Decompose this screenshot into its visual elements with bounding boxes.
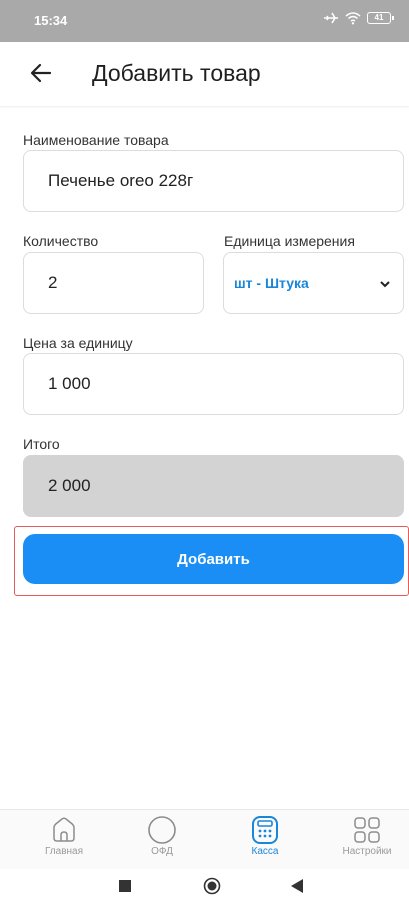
price-value: 1 000 xyxy=(48,374,91,393)
nav-label-home: Главная xyxy=(44,846,84,857)
product-name-input[interactable]: Печенье oreo 228г xyxy=(23,150,404,212)
recents-icon[interactable] xyxy=(119,880,131,892)
product-name-value: Печенье oreo 228г xyxy=(48,171,194,190)
status-bar: 15:34 41 xyxy=(0,0,409,42)
back-triangle-icon[interactable] xyxy=(291,879,303,893)
unit-label: Единица измерения xyxy=(224,233,355,249)
back-arrow-icon[interactable] xyxy=(26,58,56,88)
page-title: Добавить товар xyxy=(92,60,261,86)
system-nav-bar xyxy=(0,869,409,903)
home-icon xyxy=(53,817,75,842)
nav-item-home[interactable]: Главная xyxy=(24,816,104,857)
nav-item-settings[interactable]: Настройки xyxy=(327,816,407,857)
bottom-nav: Главная ОФД Касса Настройки xyxy=(0,809,409,869)
grid-icon xyxy=(354,817,380,843)
nav-label-ofd: ОФД xyxy=(151,846,173,857)
quantity-value: 2 xyxy=(48,273,58,292)
nav-label-kassa: Касса xyxy=(251,846,279,857)
wifi-icon xyxy=(345,12,361,25)
unit-select[interactable]: шт - Штука xyxy=(223,252,404,314)
app-bar: Добавить товар xyxy=(0,42,409,106)
calculator-icon xyxy=(252,816,278,844)
nav-item-kassa[interactable]: Касса xyxy=(225,816,305,857)
status-time: 15:34 xyxy=(34,13,68,28)
total-field: 2 000 xyxy=(23,455,404,517)
airplane-mode-icon xyxy=(324,12,338,24)
quantity-input[interactable]: 2 xyxy=(23,252,204,314)
add-button[interactable]: Добавить xyxy=(23,534,404,584)
system-icons: 41 xyxy=(323,11,394,25)
price-label: Цена за единицу xyxy=(23,335,133,351)
unit-value: шт - Штука xyxy=(234,275,309,291)
chevron-down-icon xyxy=(380,281,390,288)
home-circle-icon[interactable] xyxy=(203,877,221,895)
total-value: 2 000 xyxy=(48,476,91,495)
product-name-label: Наименование товара xyxy=(23,132,169,148)
quantity-label: Количество xyxy=(23,233,99,249)
circle-icon xyxy=(148,816,176,844)
total-label: Итого xyxy=(23,436,60,452)
nav-label-settings: Настройки xyxy=(342,846,392,857)
battery-icon: 41 xyxy=(367,12,394,24)
nav-item-ofd[interactable]: ОФД xyxy=(122,816,202,857)
price-input[interactable]: 1 000 xyxy=(23,353,404,415)
